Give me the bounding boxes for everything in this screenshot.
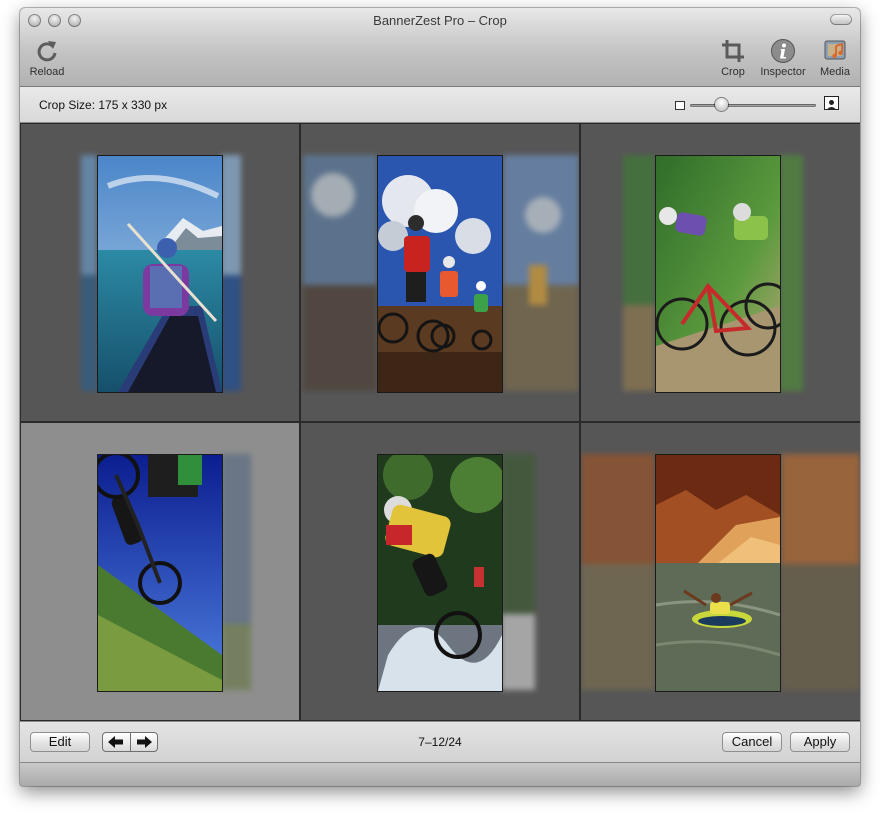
apply-button[interactable]: Apply [790, 732, 850, 752]
photo-cell-family-cycling[interactable] [301, 124, 579, 421]
media-button[interactable]: Media [805, 38, 860, 78]
info-icon [771, 39, 795, 63]
zoom-out-icon[interactable] [675, 101, 685, 110]
racing-bikers-photo [655, 155, 781, 393]
crop-icon [722, 40, 744, 62]
window-title: BannerZest Pro – Crop [373, 13, 507, 28]
reload-button[interactable]: Reload [20, 38, 77, 78]
photo-cell-kayaker[interactable] [21, 124, 299, 421]
photo-cell-downhill-biker[interactable] [21, 423, 299, 720]
photo-cell-racing-bikers[interactable] [581, 124, 860, 421]
navigation-bar: Edit 7–12/24 Cancel Apply [20, 721, 860, 762]
photo-grid [20, 123, 860, 721]
media-label: Media [820, 66, 850, 78]
title-toolbar: BannerZest Pro – Crop Reload Crop Inspec… [20, 8, 860, 87]
zoom-in-icon[interactable] [824, 96, 839, 110]
zoom-slider[interactable] [690, 104, 816, 107]
photo-cell-water-biker[interactable] [301, 423, 579, 720]
photo-cell-canyon-tubing[interactable] [581, 423, 860, 720]
canyon-tubing-photo [655, 454, 781, 692]
crop-info-bar: Crop Size: 175 x 330 px [20, 87, 860, 123]
water-biker-photo [377, 454, 503, 692]
media-icon [824, 40, 846, 60]
zoom-slider-knob[interactable] [714, 98, 728, 111]
inspector-button[interactable]: Inspector [753, 38, 813, 78]
crop-size-label: Crop Size: 175 x 330 px [39, 98, 168, 112]
status-bar [20, 762, 860, 786]
app-window: BannerZest Pro – Crop Reload Crop Inspec… [20, 8, 860, 786]
reload-icon [37, 41, 57, 62]
inspector-label: Inspector [760, 66, 806, 78]
family-cycling-photo [377, 155, 503, 393]
reload-label: Reload [29, 66, 65, 78]
downhill-biker-photo [97, 454, 223, 692]
cancel-button[interactable]: Cancel [722, 732, 782, 752]
kayak-photo [97, 155, 223, 393]
